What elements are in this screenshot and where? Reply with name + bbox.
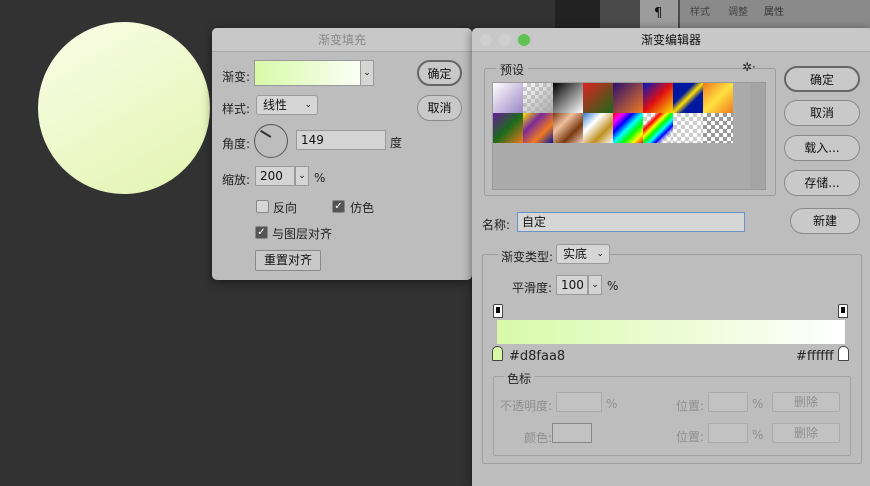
editor-title-bar: 渐变编辑器 <box>472 28 870 52</box>
editor-ok-button[interactable]: 确定 <box>784 66 860 92</box>
opacity-location-unit: % <box>752 397 764 411</box>
gradient-preview[interactable] <box>254 60 374 86</box>
opacity-location-input[interactable] <box>708 392 748 412</box>
preset-swatch[interactable] <box>643 113 673 143</box>
gradient-bar[interactable] <box>497 320 845 344</box>
opacity-input[interactable] <box>556 392 602 412</box>
close-window-button[interactable] <box>480 34 492 46</box>
color-stop-left[interactable] <box>492 346 503 361</box>
opacity-unit: % <box>606 397 618 411</box>
preset-swatch[interactable] <box>553 83 583 113</box>
gradient-circle-layer <box>38 22 210 194</box>
save-button[interactable]: 存储... <box>784 170 860 196</box>
zoom-window-button[interactable] <box>518 34 530 46</box>
align-layer-checkbox[interactable]: ✓ <box>255 226 268 239</box>
presets-label: 预设 <box>496 61 529 78</box>
smoothness-label: 平滑度: <box>512 281 553 295</box>
smoothness-chevron-icon[interactable]: ⌄ <box>588 275 602 295</box>
presets-list <box>492 82 766 190</box>
minimize-window-button[interactable] <box>499 34 511 46</box>
delete-color-stop-button[interactable]: 删除 <box>772 423 840 443</box>
scale-chevron-icon[interactable]: ⌄ <box>295 166 309 186</box>
tab-adjustments[interactable]: 调整 <box>728 3 748 18</box>
gradient-type-value: 实底 <box>563 247 588 261</box>
load-button[interactable]: 载入... <box>784 135 860 161</box>
properties-panel-header: ¶ 样式 调整 属性 <box>600 0 870 28</box>
paragraph-icon[interactable]: ¶ <box>654 6 662 21</box>
cancel-button[interactable]: 取消 <box>417 95 462 121</box>
preset-swatch[interactable] <box>703 83 733 113</box>
style-select[interactable]: 线性 ⌄ <box>256 95 318 115</box>
reset-align-button[interactable]: 重置对齐 <box>255 250 321 271</box>
dither-label: 仿色 <box>350 201 375 215</box>
angle-label: 角度: <box>222 137 251 151</box>
editor-cancel-button[interactable]: 取消 <box>784 100 860 126</box>
color-swatch[interactable] <box>552 423 592 443</box>
gradient-fill-dialog: 渐变填充 渐变: ⌄ 样式: 线性 ⌄ 角度: 149 度 缩放: 200 ⌄ %… <box>212 28 472 280</box>
preset-swatch[interactable] <box>613 113 643 143</box>
end-color-hex: #ffffff <box>796 349 834 364</box>
color-location-input[interactable] <box>708 423 748 443</box>
ok-button[interactable]: 确定 <box>417 60 462 86</box>
color-stops-label: 色标 <box>504 370 535 387</box>
align-layer-label: 与图层对齐 <box>272 227 333 241</box>
preset-swatch[interactable] <box>553 113 583 143</box>
preset-swatch[interactable] <box>673 113 703 143</box>
opacity-stop-left[interactable] <box>493 304 503 318</box>
color-stop-right[interactable] <box>838 346 849 361</box>
color-label: 颜色: <box>524 431 553 445</box>
preset-swatch[interactable] <box>523 113 553 143</box>
style-value: 线性 <box>263 98 288 112</box>
preset-swatch[interactable] <box>703 113 733 143</box>
tab-styles[interactable]: 样式 <box>690 3 710 18</box>
gradient-type-select[interactable]: 实底 ⌄ <box>556 244 610 264</box>
presets-scrollbar[interactable] <box>750 83 765 189</box>
scale-label: 缩放: <box>222 173 251 187</box>
color-location-unit: % <box>752 428 764 442</box>
panel-toolbar: ¶ <box>640 0 678 28</box>
new-button[interactable]: 新建 <box>790 208 860 234</box>
gradient-editor-dialog: 渐变编辑器 预设 ✲· 确定 取消 载入... 存储... 名称: 自定 新建 … <box>472 28 870 486</box>
opacity-location-label: 位置: <box>676 399 705 413</box>
gradient-dropdown-chevron-icon[interactable]: ⌄ <box>360 60 374 86</box>
preset-swatch[interactable] <box>583 83 613 113</box>
gradient-type-label: 渐变类型: <box>498 248 557 265</box>
opacity-label: 不透明度: <box>500 399 553 413</box>
preset-swatch[interactable] <box>613 83 643 113</box>
preset-swatch[interactable] <box>583 113 613 143</box>
tab-properties[interactable]: 属性 <box>764 3 784 18</box>
delete-opacity-stop-button[interactable]: 删除 <box>772 392 840 412</box>
editor-title: 渐变编辑器 <box>640 33 701 47</box>
gear-icon[interactable]: ✲· <box>742 60 756 74</box>
preset-swatch[interactable] <box>493 113 523 143</box>
name-label: 名称: <box>482 218 511 232</box>
name-input[interactable]: 自定 <box>517 212 745 232</box>
color-location-label: 位置: <box>676 430 705 444</box>
smoothness-input[interactable]: 100 <box>556 275 588 295</box>
gradient-label: 渐变: <box>222 70 251 84</box>
scale-unit: % <box>314 171 326 185</box>
dialog-title: 渐变填充 <box>212 28 472 52</box>
preset-swatch[interactable] <box>643 83 673 113</box>
smoothness-unit: % <box>607 279 619 293</box>
chevron-down-icon: ⌄ <box>304 100 312 110</box>
panel-tabs: 样式 调整 属性 <box>680 0 870 28</box>
chevron-down-icon: ⌄ <box>596 249 604 259</box>
scale-input[interactable]: 200 <box>255 166 295 186</box>
opacity-stop-right[interactable] <box>838 304 848 318</box>
angle-input[interactable]: 149 <box>296 130 386 150</box>
preset-swatch[interactable] <box>523 83 553 113</box>
start-color-hex: #d8faa8 <box>509 349 566 364</box>
dark-strip <box>555 0 600 28</box>
preset-swatch[interactable] <box>673 83 703 113</box>
reverse-label: 反向 <box>273 201 298 215</box>
preset-swatch[interactable] <box>493 83 523 113</box>
reverse-checkbox[interactable] <box>256 200 269 213</box>
angle-unit: 度 <box>390 136 403 150</box>
angle-dial[interactable] <box>254 124 288 158</box>
dither-checkbox[interactable]: ✓ <box>332 200 345 213</box>
style-label: 样式: <box>222 102 251 116</box>
